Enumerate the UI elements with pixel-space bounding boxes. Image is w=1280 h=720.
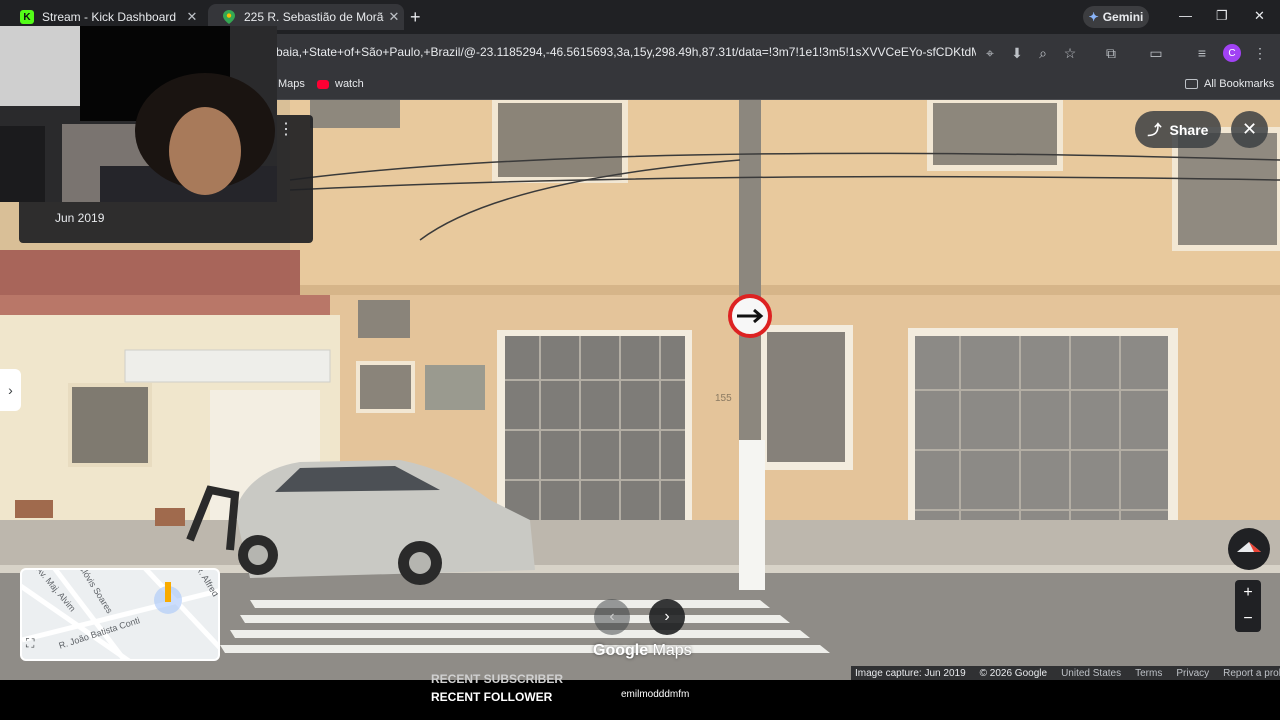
gemini-sparkle-icon: ✦ — [1088, 10, 1099, 24]
close-tab-icon[interactable]: ✕ — [384, 9, 404, 25]
address-bar[interactable]: baia,+State+of+São+Paulo,+Brazil/@-23.11… — [276, 45, 976, 59]
expand-side-panel-button[interactable]: › — [0, 369, 21, 411]
youtube-icon — [317, 79, 329, 89]
all-bookmarks-label: All Bookmarks — [1204, 78, 1275, 90]
tab-title: Stream - Kick Dashboard — [42, 10, 177, 24]
compass-icon — [1237, 542, 1261, 552]
window-close-icon[interactable]: ✕ — [1254, 8, 1265, 24]
report-problem-link[interactable]: Report a problem — [1223, 668, 1280, 679]
brand-google: Google — [593, 642, 649, 659]
share-label: Share — [1169, 121, 1209, 138]
install-app-icon[interactable]: ⬇ — [1008, 45, 1026, 62]
capture-date[interactable]: Jun 2019 — [55, 211, 104, 225]
previous-photo-button[interactable]: ‹ — [594, 599, 630, 635]
gemini-label: Gemini — [1102, 10, 1144, 24]
zoom-out-button[interactable]: − — [1235, 606, 1261, 632]
image-capture-text: Image capture: Jun 2019 — [855, 667, 966, 679]
region-link[interactable]: United States — [1061, 668, 1121, 679]
close-tab-icon[interactable]: ✕ — [182, 9, 202, 25]
location-pin-icon[interactable]: ⌖ — [981, 45, 999, 62]
menu-kebab-icon[interactable]: ⋮ — [1251, 45, 1269, 62]
media-controls-icon[interactable]: ≡ — [1193, 45, 1211, 61]
new-tab-button[interactable]: + — [410, 8, 421, 26]
close-street-view-button[interactable]: ✕ — [1231, 111, 1268, 148]
all-bookmarks-button[interactable]: All Bookmarks — [1185, 78, 1274, 90]
zoom-control: + − — [1235, 580, 1261, 632]
profile-avatar[interactable]: C — [1223, 44, 1241, 62]
stream-overlay-bar — [0, 680, 1280, 720]
tab-search-icon[interactable]: ▭ — [1147, 45, 1165, 62]
bookmark-watch[interactable]: watch — [317, 78, 364, 90]
gemini-button[interactable]: ✦ Gemini — [1083, 6, 1149, 28]
bookmark-maps[interactable]: Maps — [278, 78, 305, 90]
extensions-icon[interactable]: ⧉ — [1102, 45, 1120, 62]
google-maps-icon — [222, 10, 236, 24]
recent-follower-label: RECENT FOLLOWER — [431, 690, 553, 704]
terms-link[interactable]: Terms — [1135, 668, 1162, 679]
more-options-icon[interactable]: ⋮ — [278, 122, 294, 138]
zoom-icon[interactable]: ⌕ — [1034, 45, 1052, 62]
copyright-text: © 2026 Google — [979, 667, 1048, 679]
kick-icon: K — [20, 10, 34, 24]
brand-maps: Maps — [652, 642, 692, 659]
attribution-bar: Image capture: Jun 2019 © 2026 Google Un… — [851, 666, 1280, 680]
bookmark-label: Maps — [278, 78, 305, 90]
webcam-overlay — [0, 26, 277, 202]
restore-icon[interactable]: ❐ — [1216, 8, 1228, 24]
webcam-image — [0, 26, 277, 202]
next-photo-button[interactable]: › — [649, 599, 685, 635]
fullscreen-icon[interactable]: ⛶ — [26, 636, 44, 654]
minimap[interactable]: Av. Maj. Alvim Clóvis Soares R. João Bat… — [20, 568, 220, 661]
recent-follower-name: emilmodddmfm — [621, 689, 690, 700]
folder-icon — [1185, 79, 1198, 89]
zoom-in-button[interactable]: + — [1235, 580, 1261, 606]
privacy-link[interactable]: Privacy — [1176, 668, 1209, 679]
tab-title: 225 R. Sebastião de Morães - G — [244, 10, 384, 24]
bookmark-star-icon[interactable]: ☆ — [1061, 45, 1079, 62]
compass-button[interactable] — [1228, 528, 1270, 570]
minimize-icon[interactable]: — — [1179, 8, 1192, 23]
share-icon: ⤴ — [1147, 121, 1162, 138]
google-maps-logo: Google Maps — [593, 642, 692, 660]
share-button[interactable]: ⤴ Share — [1135, 111, 1221, 148]
house-number: 155 — [715, 393, 732, 404]
bookmark-label: watch — [335, 78, 364, 90]
recent-subscriber-label: RECENT SUBSCRIBER — [431, 673, 564, 685]
